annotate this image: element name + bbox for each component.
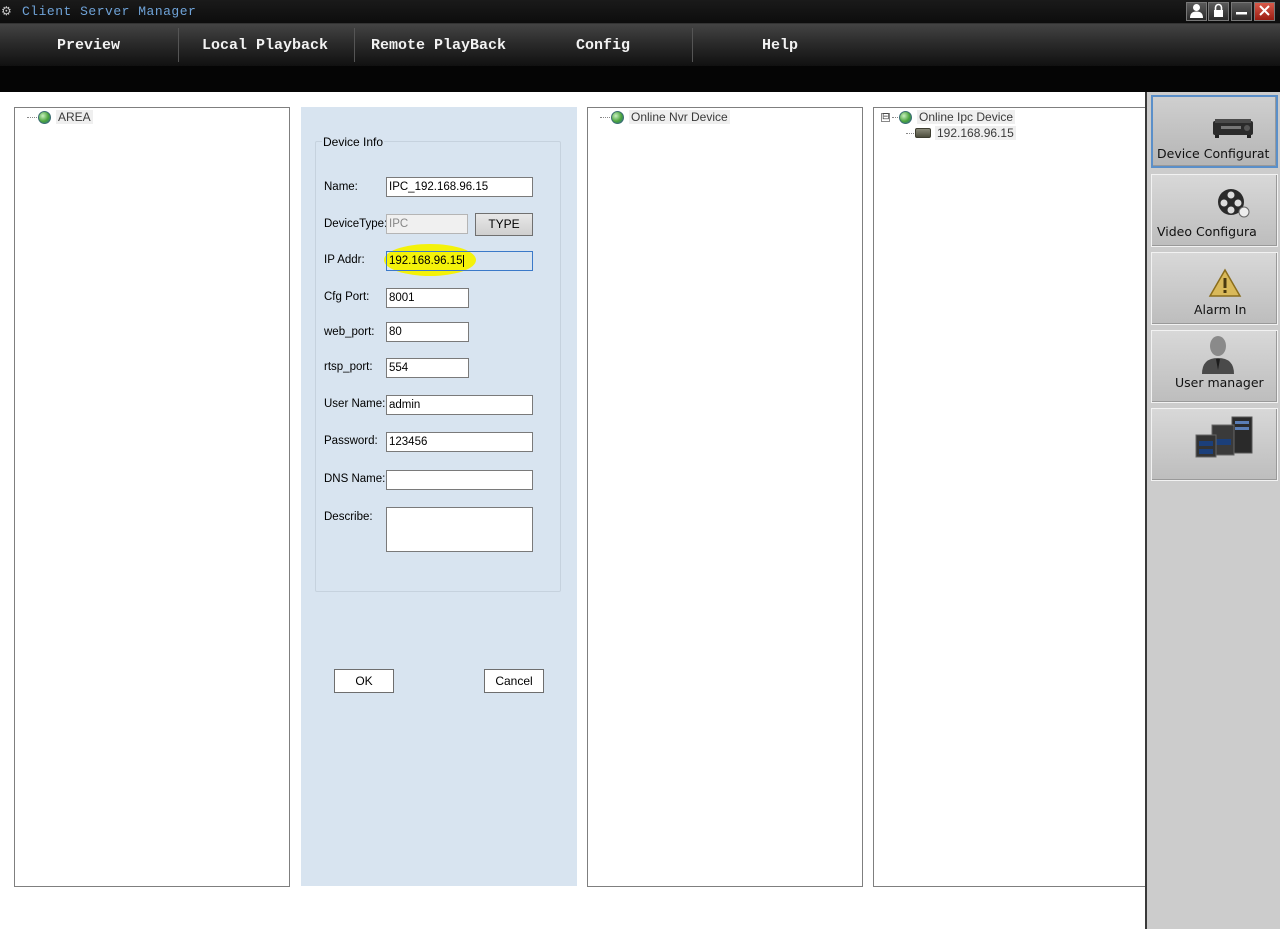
ipc-tree-panel: ⊟ Online Ipc Device 192.168.96.15: [873, 107, 1145, 887]
menu-local-playback[interactable]: Local Playback: [202, 37, 328, 54]
sidebar-item-label: Device Configurat: [1157, 146, 1270, 161]
minimize-icon[interactable]: [1231, 2, 1252, 21]
close-icon[interactable]: [1254, 2, 1275, 21]
toolbar-strip: [0, 66, 1280, 92]
window-title: Client Server Manager: [22, 4, 197, 19]
password-label: Password:: [324, 435, 378, 447]
menu-separator: [354, 28, 355, 62]
dns-name-label: DNS Name:: [324, 473, 386, 485]
ip-addr-field[interactable]: 192.168.96.15: [386, 251, 533, 271]
user-name-label: User Name:: [324, 398, 386, 410]
menu-preview[interactable]: Preview: [57, 37, 120, 54]
tree-node-label: AREA: [56, 110, 93, 124]
tree-node-label: Online Nvr Device: [629, 110, 730, 124]
area-tree-panel: AREA: [14, 107, 290, 887]
tree-connector: [600, 116, 610, 118]
describe-label: Describe:: [324, 511, 373, 523]
sidebar-item-label: Video Configura: [1157, 224, 1257, 239]
rtsp-port-label: rtsp_port:: [324, 361, 373, 373]
tree-node-ipc-device[interactable]: 192.168.96.15: [906, 126, 1016, 140]
name-label: Name:: [324, 181, 358, 193]
menu-bar: Preview Local Playback Remote PlayBack C…: [0, 24, 1280, 66]
tree-node-label: 192.168.96.15: [935, 126, 1016, 140]
rtsp-port-field[interactable]: 554: [386, 358, 469, 378]
sidebar-item-device-configuration[interactable]: Device Configurat: [1151, 95, 1278, 168]
menu-separator: [692, 28, 693, 62]
cancel-button[interactable]: Cancel: [484, 669, 544, 693]
server-icon: [1195, 416, 1253, 458]
tree-node-label: Online Ipc Device: [917, 110, 1016, 124]
name-field[interactable]: IPC_192.168.96.15: [386, 177, 533, 197]
globe-icon: [611, 110, 624, 124]
user-icon[interactable]: [1186, 2, 1207, 21]
web-port-field[interactable]: 80: [386, 322, 469, 342]
sidebar-item-user-manager[interactable]: User manager: [1151, 330, 1278, 403]
password-field[interactable]: 123456: [386, 432, 533, 452]
sidebar: Device Configurat Video Configura Alarm …: [1145, 92, 1280, 929]
tree-node-online-ipc[interactable]: ⊟ Online Ipc Device: [881, 110, 1016, 124]
film-reel-icon: [1218, 189, 1250, 218]
cfg-port-label: Cfg Port:: [324, 291, 370, 303]
dns-name-field[interactable]: [386, 470, 533, 490]
tree-node-area[interactable]: AREA: [27, 110, 93, 124]
ip-addr-value: 192.168.96.15: [389, 255, 463, 267]
tree-connector: [27, 116, 37, 118]
sidebar-item-alarm-in[interactable]: Alarm In: [1151, 252, 1278, 325]
warning-icon: [1208, 268, 1242, 297]
describe-textarea[interactable]: [386, 507, 533, 552]
type-button[interactable]: TYPE: [475, 213, 533, 236]
gear-icon: ⚙: [1, 4, 12, 18]
cfg-port-field[interactable]: 8001: [386, 288, 469, 308]
lock-icon[interactable]: [1208, 2, 1229, 21]
menu-help[interactable]: Help: [762, 37, 798, 54]
projector-icon: [1213, 119, 1253, 138]
camera-icon: [915, 128, 931, 138]
ip-addr-label: IP Addr:: [324, 254, 365, 266]
tree-node-online-nvr[interactable]: Online Nvr Device: [600, 110, 730, 124]
web-port-label: web_port:: [324, 326, 375, 338]
sidebar-item-server[interactable]: [1151, 408, 1278, 481]
tree-connector: [892, 116, 898, 118]
device-type-label: DeviceType:: [324, 218, 388, 230]
menu-config[interactable]: Config: [576, 37, 630, 54]
tree-connector: [906, 132, 914, 134]
device-info-title: Device Info: [322, 135, 385, 149]
sidebar-item-label: User manager: [1175, 375, 1264, 390]
menu-remote-playback[interactable]: Remote PlayBack: [371, 37, 506, 54]
sidebar-item-video-configuration[interactable]: Video Configura: [1151, 174, 1278, 247]
ok-button[interactable]: OK: [334, 669, 394, 693]
menu-separator: [178, 28, 179, 62]
user-name-field[interactable]: admin: [386, 395, 533, 415]
sidebar-item-label: Alarm In: [1194, 302, 1247, 317]
title-bar: ⚙ Client Server Manager: [0, 0, 1280, 24]
device-type-field: IPC: [386, 214, 468, 234]
collapse-icon[interactable]: ⊟: [881, 112, 890, 122]
globe-icon: [899, 110, 912, 124]
device-info-panel: Device Info Name: IPC_192.168.96.15 Devi…: [301, 107, 577, 886]
globe-icon: [38, 110, 51, 124]
text-cursor: [462, 254, 464, 267]
user-icon: [1202, 336, 1234, 374]
nvr-tree-panel: Online Nvr Device: [587, 107, 863, 887]
